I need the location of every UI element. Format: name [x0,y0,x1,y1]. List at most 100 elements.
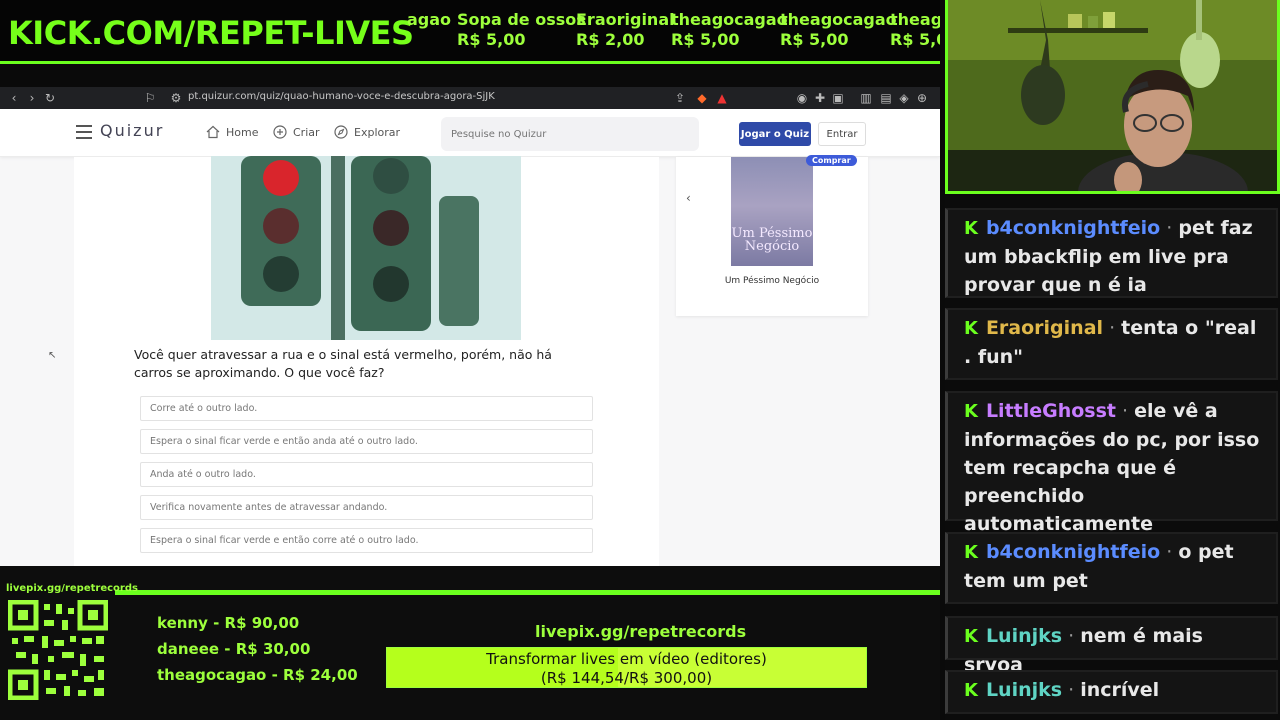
chat-separator: · [1062,625,1081,647]
donation-goal-bar: Transformar lives em vídeo (editores) (R… [386,647,867,688]
overlay-divider [115,590,940,595]
nav-explore[interactable]: Explorar [334,125,400,139]
mouse-cursor-icon: ↖ [48,350,57,361]
play-quiz-button[interactable]: Jogar o Quiz [739,122,811,146]
ticker-name: Sopa de ossos [457,10,586,29]
nav-create-label: Criar [293,126,320,139]
rewards-icon[interactable]: ▲ [714,90,730,106]
login-button[interactable]: Entrar [818,122,866,146]
chat-username[interactable]: LittleGhosst [986,400,1116,422]
answer-option[interactable]: Corre até o outro lado. [140,396,593,421]
book-cover-title: Um Péssimo Negócio [731,226,813,254]
plus-circle-icon [273,125,287,139]
share-icon[interactable]: ⇪ [672,90,688,106]
chat-message: K Luinjks · nem é mais srvoa [945,616,1278,676]
book-cover[interactable]: Um Péssimo Negócio [731,157,813,266]
ticker-value: R$ 5,0 [890,30,940,49]
site-info-icon[interactable]: ⚙ [168,90,184,106]
ticker-item: agao [407,10,451,30]
sidebar-icon[interactable]: ▥ [858,90,874,106]
address-bar[interactable]: pt.quizur.com/quiz/quao-humano-voce-e-de… [188,91,495,102]
chat-message: K Eraoriginal · tenta o "real . fun" [945,308,1278,380]
wallet-icon[interactable]: ▤ [878,90,894,106]
top-donor: daneee - R$ 30,00 [157,640,311,658]
top-donor: theagocagao - R$ 24,00 [157,666,358,684]
ticker-name: Eraoriginal [576,10,675,29]
ticker-value: R$ 5,00 [457,30,526,49]
ticker-value: R$ 5,00 [780,30,849,49]
chat-username[interactable]: b4conknightfeio [986,217,1160,239]
home-icon [206,125,220,139]
answer-option[interactable]: Anda até o outro lado. [140,462,593,487]
goal-progress: (R$ 144,54/R$ 300,00) [540,669,713,687]
ticker-value: R$ 2,00 [576,30,645,49]
ticker-item: theagocagao R$ 5,00 [780,10,897,50]
chat-panel: Kb4conknightfeio · pet faz um bbackflip … [945,196,1280,720]
traffic-light-image [211,156,521,340]
brave-shield-icon[interactable]: ◆ [694,90,710,106]
answer-option[interactable]: Espera o sinal ficar verde e então corre… [140,528,593,553]
browser-window: ‹ › ↻ ⚐ ⚙ pt.quizur.com/quiz/quao-humano… [0,87,940,566]
back-icon[interactable]: ‹ [6,90,22,106]
donation-ticker: agao Sopa de ossos R$ 5,00 Eraoriginal R… [400,10,940,58]
vpn-icon[interactable]: ◈ [896,90,912,106]
ticker-item: theago R$ 5,0 [890,10,940,50]
chat-username[interactable]: Luinjks [986,625,1062,647]
site-header: Quizur Home Criar Explorar Jogar o Quiz … [0,109,940,157]
chat-separator: · [1116,400,1135,422]
nav-home[interactable]: Home [206,125,258,139]
reload-icon[interactable]: ↻ [42,90,58,106]
carousel-prev-icon[interactable]: ‹ [686,191,691,205]
search-input[interactable] [441,117,699,151]
nav-home-label: Home [226,126,259,139]
stream-url: KICK.COM/REPET-LIVES [8,14,414,52]
kick-icon: K [964,542,978,563]
stream-screen: KICK.COM/REPET-LIVES agao Sopa de ossos … [0,0,1280,720]
answer-option[interactable]: Espera o sinal ficar verde e então anda … [140,429,593,454]
livepix-link: livepix.gg/repetrecords [535,622,747,641]
kick-icon: K [964,680,978,701]
qr-code-icon [7,599,109,701]
chat-message: Kb4conknightfeio · o pet tem um pet [945,532,1278,604]
goal-text: Transformar lives em vídeo (editores) (R… [387,650,866,688]
ticker-name: agao [407,10,452,29]
chat-separator: · [1160,541,1179,563]
kick-icon: K [964,401,978,422]
streamer-webcam-image [948,0,1277,191]
webcam-feed [945,0,1280,194]
buy-badge[interactable]: Comprar [806,155,857,166]
ticker-name: theagocagao [671,10,788,29]
chat-username[interactable]: Luinjks [986,679,1062,701]
book-name[interactable]: Um Péssimo Negócio [676,276,868,286]
chat-message: K LittleGhosst · ele vê a informações do … [945,391,1278,535]
ticker-item: Eraoriginal R$ 2,00 [576,10,675,50]
hamburger-menu-icon[interactable] [76,125,92,139]
goal-title: Transformar lives em vídeo (editores) [486,650,767,668]
top-banner: KICK.COM/REPET-LIVES agao Sopa de ossos … [0,0,940,64]
chat-username[interactable]: b4conknightfeio [986,541,1160,563]
chat-separator: · [1103,317,1122,339]
site-logo[interactable]: Quizur [100,121,164,140]
livepix-link-small: livepix.gg/repetrecords [6,583,138,594]
puzzle-icon[interactable]: ✚ [812,90,828,106]
compass-icon [334,125,348,139]
question-text: Você quer atravessar a rua e o sinal est… [134,347,552,380]
forward-icon[interactable]: › [24,90,40,106]
bookmark-icon[interactable]: ⚐ [142,90,158,106]
chat-text: incrível [1080,679,1160,701]
answer-option[interactable]: Verifica novamente antes de atravessar a… [140,495,593,520]
top-donor: kenny - R$ 90,00 [157,614,300,632]
chat-message: K Luinjks · incrível [945,670,1278,714]
search-box [441,117,699,151]
ticker-value: R$ 5,00 [671,30,740,49]
ticker-name: theagocagao [780,10,897,29]
chat-separator: · [1062,679,1081,701]
kick-icon: K [964,218,978,239]
capture-icon[interactable]: ▣ [830,90,846,106]
settings-icon[interactable]: ⊕ [914,90,930,106]
nav-create[interactable]: Criar [273,125,320,139]
chat-username[interactable]: Eraoriginal [986,317,1103,339]
nav-explore-label: Explorar [354,126,401,139]
extension-icon[interactable]: ◉ [794,90,810,106]
chat-separator: · [1160,217,1179,239]
